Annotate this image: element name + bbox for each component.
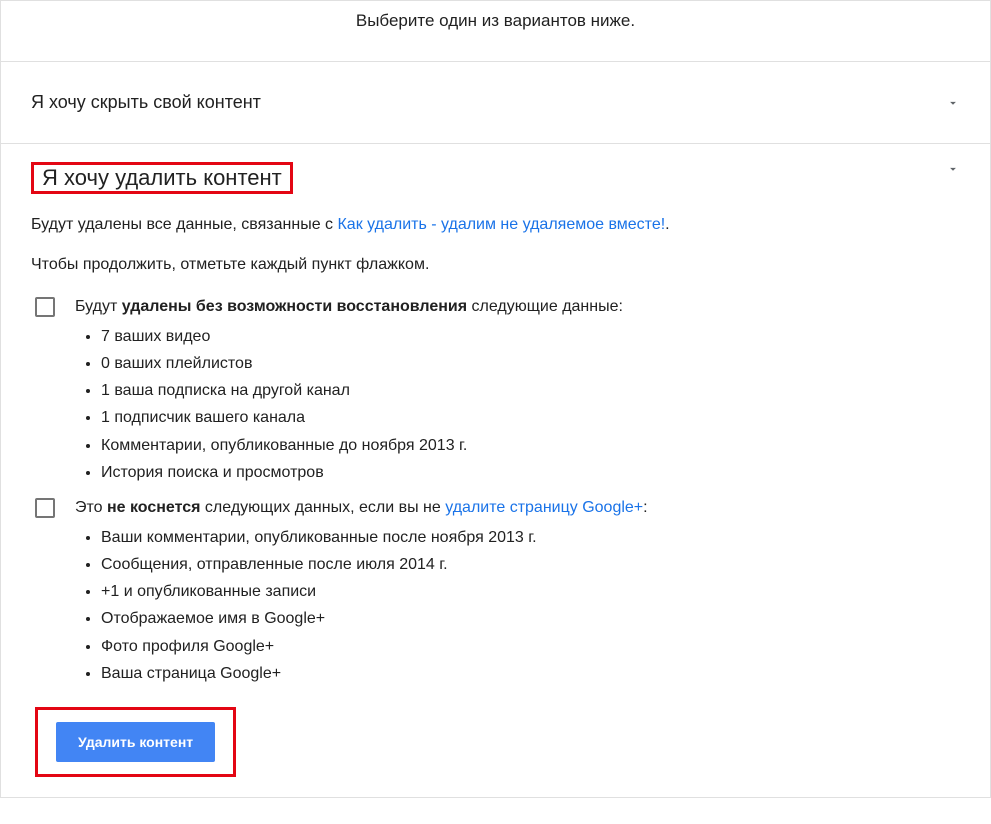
chevron-down-icon [946,162,960,176]
accordion-hide-content: Я хочу скрыть свой контент [1,61,990,143]
desc-prefix: Будут удалены все данные, связанные с [31,216,337,233]
checkbox-row-2: Это не коснется следующих данных, если в… [31,496,960,520]
list-item: 0 ваших плейлистов [101,350,960,377]
accordion-header-hide[interactable]: Я хочу скрыть свой контент [1,62,990,143]
accordion-title-delete: Я хочу удалить контент [34,162,290,193]
list-item: 7 ваших видео [101,323,960,350]
bullet-list-2: Ваши комментарии, опубликованные после н… [31,524,960,687]
cb2-prefix: Это [75,499,107,516]
highlight-box-title: Я хочу удалить контент [31,162,293,194]
accordion-delete-content: Я хочу удалить контент Будут удалены все… [1,143,990,797]
list-item: Фото профиля Google+ [101,633,960,660]
list-item: Комментарии, опубликованные до ноября 20… [101,432,960,459]
list-item: 1 подписчик вашего канала [101,404,960,431]
accordion-title-hide: Я хочу скрыть свой контент [31,92,261,113]
list-item: Ваша страница Google+ [101,660,960,687]
cb1-bold: удалены без возможности восстановления [122,298,467,315]
description-line-1: Будут удалены все данные, связанные с Ка… [31,214,960,236]
checkbox-2-label: Это не коснется следующих данных, если в… [75,496,648,520]
list-item: Ваши комментарии, опубликованные после н… [101,524,960,551]
list-item: История поиска и просмотров [101,459,960,486]
list-item: Сообщения, отправленные после июля 2014 … [101,551,960,578]
google-plus-link[interactable]: удалите страницу Google+ [445,499,643,516]
checkbox-1-label: Будут удалены без возможности восстановл… [75,295,623,319]
highlight-box-button: Удалить контент [35,707,236,777]
cb2-suffix1: следующих данных, если вы не [200,499,445,516]
accordion-header-delete[interactable]: Я хочу удалить контент [1,144,990,214]
list-item: Отображаемое имя в Google+ [101,605,960,632]
continue-instruction: Чтобы продолжить, отметьте каждый пункт … [31,254,960,276]
chevron-down-icon [946,96,960,110]
checkbox-row-1: Будут удалены без возможности восстановл… [31,295,960,319]
button-container: Удалить контент [35,707,960,777]
delete-content-button[interactable]: Удалить контент [56,722,215,762]
cb2-suffix2: : [643,499,647,516]
channel-name-link[interactable]: Как удалить - удалим не удаляемое вместе… [337,216,665,233]
main-container: Выберите один из вариантов ниже. Я хочу … [0,0,991,798]
cb1-prefix: Будут [75,298,122,315]
top-instruction: Выберите один из вариантов ниже. [1,1,990,61]
checkbox-2[interactable] [35,498,55,518]
accordion-body-delete: Будут удалены все данные, связанные с Ка… [1,214,990,797]
desc-suffix: . [665,216,669,233]
cb1-suffix: следующие данные: [467,298,623,315]
cb2-bold: не коснется [107,499,200,516]
list-item: +1 и опубликованные записи [101,578,960,605]
bullet-list-1: 7 ваших видео 0 ваших плейлистов 1 ваша … [31,323,960,486]
checkbox-1[interactable] [35,297,55,317]
list-item: 1 ваша подписка на другой канал [101,377,960,404]
